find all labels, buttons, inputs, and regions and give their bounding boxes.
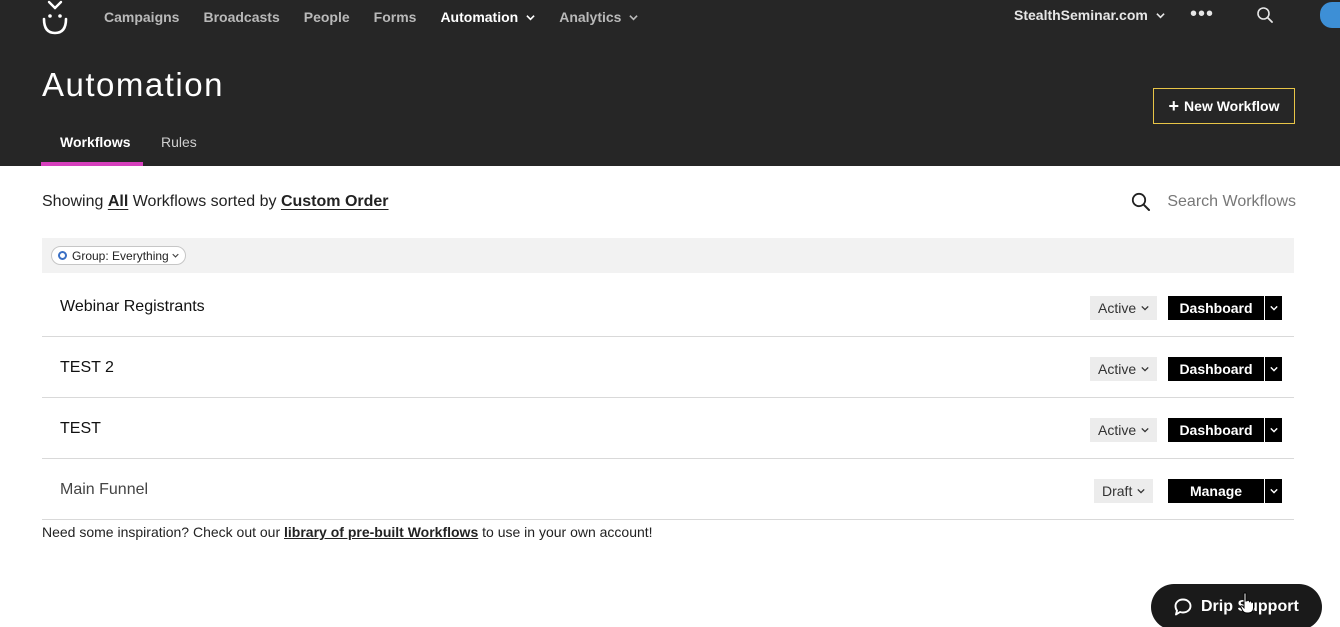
- action-menu-toggle[interactable]: [1265, 357, 1282, 381]
- search-icon: [1131, 192, 1150, 211]
- sort-order-link[interactable]: Custom Order: [281, 193, 389, 210]
- status-label: Active: [1098, 361, 1137, 377]
- nav-people[interactable]: People: [304, 9, 350, 25]
- nav-forms[interactable]: Forms: [374, 9, 417, 25]
- nav-automation[interactable]: Automation: [440, 9, 535, 25]
- account-name: StealthSeminar.com: [1014, 7, 1148, 23]
- nav-analytics-label: Analytics: [559, 9, 622, 25]
- list-summary: Showing All Workflows sorted by Custom O…: [42, 193, 389, 211]
- workflow-name[interactable]: Main Funnel: [60, 481, 148, 499]
- chevron-down-icon: [1269, 305, 1278, 311]
- chevron-down-icon: [526, 14, 535, 20]
- support-label: Drip Support: [1201, 598, 1299, 615]
- nav-broadcasts-label: Broadcasts: [203, 9, 280, 25]
- group-filter-label: Group: Everything: [72, 248, 169, 263]
- chevron-down-icon: [629, 14, 639, 20]
- workflow-row: Main Funnel Draft Manage: [42, 459, 1294, 520]
- tab-rules[interactable]: Rules: [161, 134, 197, 150]
- chat-bubble-icon: [1174, 598, 1192, 616]
- account-switcher[interactable]: StealthSeminar.com: [1014, 7, 1165, 23]
- nav-people-label: People: [303, 9, 350, 25]
- chevron-down-icon: [1269, 366, 1278, 372]
- nav-campaigns[interactable]: Campaigns: [104, 9, 179, 25]
- more-menu-button[interactable]: •••: [1190, 4, 1214, 24]
- search-icon[interactable]: [1256, 6, 1274, 24]
- top-header: Campaigns Broadcasts People Forms Automa…: [0, 0, 1340, 166]
- workflow-name[interactable]: TEST 2: [60, 359, 114, 377]
- chevron-down-icon: [1141, 427, 1149, 433]
- status-dropdown[interactable]: Active: [1090, 296, 1158, 320]
- dashboard-button[interactable]: Dashboard: [1168, 418, 1264, 442]
- drip-logo-icon[interactable]: [40, 0, 70, 36]
- drip-support-button[interactable]: Drip Support: [1151, 584, 1322, 627]
- status-dropdown[interactable]: Draft: [1094, 479, 1154, 503]
- main-nav: Campaigns Broadcasts People Forms Automa…: [104, 7, 662, 27]
- nav-automation-label: Automation: [440, 9, 519, 25]
- inspiration-suffix: to use in your own account!: [482, 524, 653, 540]
- chevron-down-icon: [1269, 427, 1278, 433]
- tab-workflows[interactable]: Workflows: [60, 134, 131, 150]
- chevron-down-icon: [1269, 488, 1278, 494]
- chevron-down-icon: [1141, 366, 1149, 372]
- new-workflow-button[interactable]: + New Workflow: [1153, 88, 1295, 124]
- megaphone-icon[interactable]: [1320, 2, 1340, 28]
- plus-icon: +: [1168, 96, 1180, 116]
- chevron-down-icon: [1137, 488, 1145, 494]
- chevron-down-icon: [172, 253, 179, 258]
- filter-all-link[interactable]: All: [108, 193, 128, 210]
- workflow-name[interactable]: TEST: [60, 420, 101, 438]
- status-dropdown[interactable]: Active: [1090, 418, 1158, 442]
- status-label: Active: [1098, 422, 1137, 438]
- summary-prefix: Showing: [42, 193, 104, 210]
- action-menu-toggle[interactable]: [1265, 479, 1282, 503]
- inspiration-text: Need some inspiration? Check out our lib…: [42, 524, 653, 540]
- status-dropdown[interactable]: Active: [1090, 357, 1158, 381]
- workflow-name[interactable]: Webinar Registrants: [60, 298, 205, 316]
- status-label: Draft: [1102, 483, 1133, 499]
- nav-broadcasts[interactable]: Broadcasts: [203, 9, 279, 25]
- workflow-row: Webinar Registrants Active Dashboard: [42, 276, 1294, 337]
- nav-campaigns-label: Campaigns: [104, 9, 180, 25]
- nav-forms-label: Forms: [373, 9, 417, 25]
- workflow-library-link[interactable]: library of pre-built Workflows: [284, 524, 478, 540]
- dashboard-button[interactable]: Dashboard: [1168, 296, 1264, 320]
- group-filter-dropdown[interactable]: Group: Everything: [51, 246, 186, 265]
- manage-button[interactable]: Manage: [1168, 479, 1264, 503]
- search-workflows-input[interactable]: [1162, 190, 1296, 214]
- summary-middle: Workflows sorted by: [132, 193, 277, 210]
- filter-bar: Group: Everything: [42, 238, 1294, 273]
- new-workflow-label: New Workflow: [1184, 98, 1280, 114]
- chevron-down-icon: [1156, 12, 1165, 18]
- status-label: Active: [1098, 300, 1137, 316]
- dashboard-button[interactable]: Dashboard: [1168, 357, 1264, 381]
- action-menu-toggle[interactable]: [1265, 296, 1282, 320]
- chevron-down-icon: [1141, 305, 1149, 311]
- circle-icon: [58, 251, 67, 260]
- nav-analytics[interactable]: Analytics: [559, 9, 639, 25]
- inspiration-prefix: Need some inspiration? Check out our: [42, 524, 281, 540]
- action-menu-toggle[interactable]: [1265, 418, 1282, 442]
- active-tab-indicator: [41, 162, 143, 166]
- workflow-row: TEST Active Dashboard: [42, 398, 1294, 459]
- page-title: Automation: [42, 66, 224, 103]
- workflow-row: TEST 2 Active Dashboard: [42, 337, 1294, 398]
